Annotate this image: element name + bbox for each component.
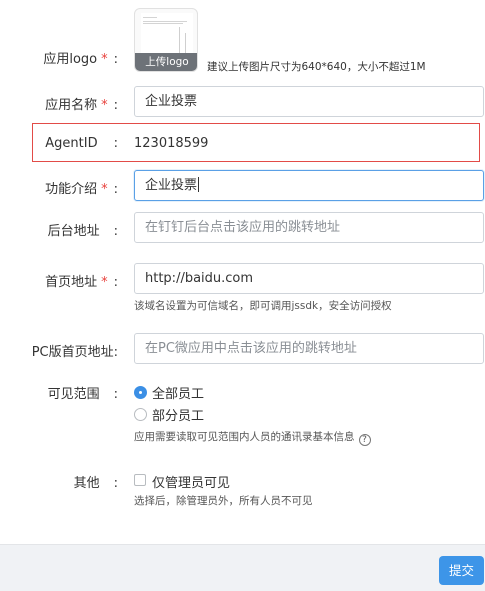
logo-size-hint: 建议上传图片尺寸为640*640，大小不超过1M — [207, 61, 426, 73]
pc-homepage-url-label: PC版首页地址: — [31, 345, 118, 360]
homepage-url-label: 首页地址 *: — [45, 275, 118, 290]
logo-upload-area[interactable]: 上传logo — [134, 8, 198, 72]
agentid-value: 123018599 — [134, 136, 209, 151]
logo-preview-image — [141, 13, 193, 57]
visibility-partial-radio[interactable] — [134, 408, 147, 421]
app-name-label: 应用名称 *: — [45, 98, 118, 113]
admin-only-label[interactable]: 仅管理员可见 — [152, 472, 230, 491]
logo-label: 应用logo *: — [43, 52, 118, 67]
visibility-label: 可见范围: — [47, 387, 118, 402]
homepage-url-input[interactable]: http://baidu.com — [134, 263, 484, 294]
text-caret — [198, 177, 200, 192]
required-mark: * — [101, 275, 108, 290]
pc-homepage-url-input[interactable]: 在PC微应用中点击该应用的跳转地址 — [134, 333, 484, 364]
app-name-input[interactable]: 企业投票 — [134, 86, 484, 117]
admin-only-hint: 选择后，除管理员外，所有人员不可见 — [134, 495, 313, 507]
upload-logo-button[interactable]: 上传logo — [135, 53, 197, 71]
homepage-url-hint: 该域名设置为可信域名，即可调用jssdk，安全访问授权 — [134, 300, 392, 312]
visibility-all-radio[interactable] — [134, 386, 147, 399]
backend-url-label: 后台地址: — [47, 224, 118, 239]
visibility-hint: 应用需要读取可见范围内人员的通讯录基本信息? — [134, 429, 371, 446]
visibility-partial-label[interactable]: 部分员工 — [152, 405, 204, 424]
submit-button[interactable]: 提交 — [439, 556, 484, 585]
backend-url-input[interactable]: 在钉钉后台点击该应用的跳转地址 — [134, 212, 484, 243]
other-label: 其他: — [73, 476, 118, 491]
help-icon[interactable]: ? — [358, 434, 371, 446]
required-mark: * — [101, 98, 108, 113]
required-mark: * — [101, 52, 108, 67]
description-label: 功能介绍 *: — [45, 182, 118, 197]
agentid-label: AgentID: — [45, 136, 118, 151]
form-footer: 提交 — [0, 544, 485, 591]
visibility-all-label[interactable]: 全部员工 — [152, 383, 204, 402]
required-mark: * — [101, 182, 108, 197]
admin-only-checkbox[interactable] — [134, 474, 146, 486]
description-input[interactable]: 企业投票 — [134, 170, 484, 201]
